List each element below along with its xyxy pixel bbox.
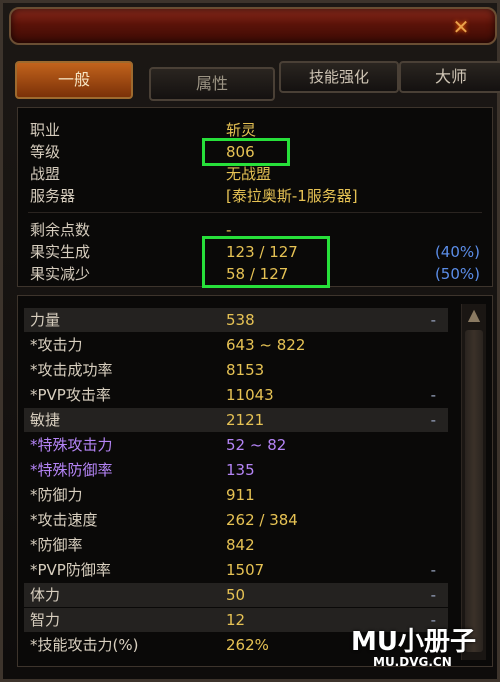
stat-dash: - <box>430 311 436 329</box>
fruit-gen-label: 果实生成 <box>30 243 91 261</box>
stat-label: *攻击力 <box>30 336 83 354</box>
tab-master[interactable]: 大师 <box>399 61 500 93</box>
window-titlebar[interactable]: ✕ <box>9 7 497 45</box>
job-label: 职业 <box>30 121 61 139</box>
tab-skill-enhance[interactable]: 技能强化 <box>279 61 399 93</box>
server-row: 服务器 [泰拉奥斯-1服务器] <box>18 186 492 206</box>
stat-value: 12 <box>226 611 246 629</box>
fruit-highlight-box <box>202 236 330 288</box>
guild-value: 无战盟 <box>226 165 272 183</box>
stat-strength: 力量 538 - <box>24 308 448 332</box>
stat-value: 538 <box>226 311 255 329</box>
basic-info-panel: 职业 斩灵 等级 806 战盟 无战盟 服务器 [泰拉奥斯-1服务器] 剩余点数… <box>17 107 493 288</box>
stat-label: 力量 <box>30 311 61 329</box>
tab-attributes[interactable]: 属性 <box>149 67 275 101</box>
stat-label: *技能攻击力(%) <box>30 636 139 654</box>
stat-pvp-defense: *PVP防御率 1507 - <box>24 558 448 582</box>
stat-label: *攻击速度 <box>30 511 98 529</box>
stat-dash: - <box>430 386 436 404</box>
fruit-red-label: 果实减少 <box>30 265 91 283</box>
stat-value: 1507 <box>226 561 265 579</box>
stat-value: 262 / 384 <box>226 511 298 529</box>
stat-value: 911 <box>226 486 255 504</box>
stat-label: 智力 <box>30 611 61 629</box>
fruit-red-percent: (50%) <box>434 265 480 283</box>
stat-value: 11043 <box>226 386 274 404</box>
stat-attack-success: *攻击成功率 8153 <box>24 358 448 382</box>
stat-label: *特殊防御率 <box>30 461 113 479</box>
stat-special-defense: *特殊防御率 135 <box>24 458 448 482</box>
stat-special-attack: *特殊攻击力 52 ~ 82 <box>24 433 448 457</box>
stat-label: *攻击成功率 <box>30 361 113 379</box>
stat-dash: - <box>430 561 436 579</box>
level-highlight-box <box>202 138 290 166</box>
close-icon[interactable]: ✕ <box>449 17 473 37</box>
job-row: 职业 斩灵 <box>18 120 492 140</box>
tab-bar: 一般 属性 技能强化 大师 <box>15 61 500 101</box>
stat-label: *防御率 <box>30 536 83 554</box>
watermark-url: MU.DVG.CN <box>373 655 452 669</box>
stat-label: *PVP防御率 <box>30 561 111 579</box>
stat-attack: *攻击力 643 ~ 822 <box>24 333 448 357</box>
points-label: 剩余点数 <box>30 221 91 239</box>
stat-dash: - <box>430 586 436 604</box>
stat-defense: *防御力 911 <box>24 483 448 507</box>
stat-value: 50 <box>226 586 246 604</box>
stats-panel: 力量 538 - *攻击力 643 ~ 822 *攻击成功率 8153 *PVP攻击率 1104… <box>17 295 493 667</box>
stat-label: *防御力 <box>30 486 83 504</box>
job-value: 斩灵 <box>226 121 257 139</box>
stat-label: *PVP攻击率 <box>30 386 111 404</box>
stat-value: 135 <box>226 461 255 479</box>
scroll-thumb[interactable] <box>465 330 483 652</box>
stat-label: *特殊攻击力 <box>30 436 113 454</box>
guild-label: 战盟 <box>30 165 61 183</box>
divider <box>28 212 482 213</box>
stat-label: 敏捷 <box>30 411 61 429</box>
tab-general[interactable]: 一般 <box>15 61 133 99</box>
scrollbar[interactable]: ▲ <box>461 304 486 660</box>
stat-value: 2121 <box>226 411 265 429</box>
stat-value: 643 ~ 822 <box>226 336 306 354</box>
server-label: 服务器 <box>30 187 76 205</box>
stat-value: 842 <box>226 536 255 554</box>
stat-value: 8153 <box>226 361 265 379</box>
stat-agility: 敏捷 2121 - <box>24 408 448 432</box>
stat-attack-speed: *攻击速度 262 / 384 <box>24 508 448 532</box>
server-value: [泰拉奥斯-1服务器] <box>226 187 358 205</box>
guild-row: 战盟 无战盟 <box>18 164 492 184</box>
level-label: 等级 <box>30 143 61 161</box>
stat-label: 体力 <box>30 586 61 604</box>
character-info-window: ✕ 一般 属性 技能强化 大师 职业 斩灵 等级 806 战盟 无战盟 服务器 … <box>0 0 500 682</box>
watermark-title: MU小册子 <box>351 627 476 657</box>
stat-defense-rate: *防御率 842 <box>24 533 448 557</box>
scroll-up-arrow-icon[interactable]: ▲ <box>462 304 486 326</box>
stat-vitality: 体力 50 - <box>24 583 448 607</box>
fruit-gen-percent: (40%) <box>434 243 480 261</box>
stat-value: 262% <box>226 636 269 654</box>
stat-dash: - <box>430 411 436 429</box>
stat-value: 52 ~ 82 <box>226 436 287 454</box>
stat-pvp-attack: *PVP攻击率 11043 - <box>24 383 448 407</box>
